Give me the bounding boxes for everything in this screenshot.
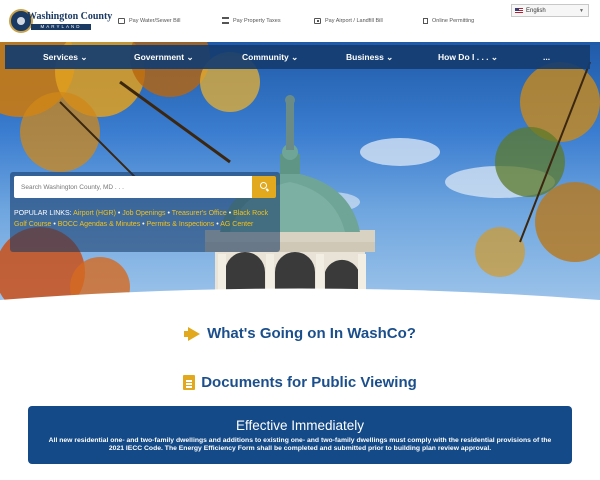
nav-more[interactable]: ... [543, 45, 550, 69]
quick-link-label: Pay Airport / Landfill Bill [325, 18, 383, 24]
bank-icon [222, 17, 229, 24]
nav-label: Services [43, 52, 78, 62]
chevron-down-icon: ▼ [579, 8, 584, 14]
main-nav: Services ⌄ Government ⌄ Community ⌄ Busi… [5, 45, 590, 69]
county-logo[interactable]: Washington County MARYLAND [9, 9, 112, 33]
search-input[interactable] [14, 176, 252, 198]
nav-label: Community [242, 52, 289, 62]
nav-label: How Do I . . . [438, 52, 489, 62]
popular-link-airport[interactable]: Airport (HGR) [73, 210, 116, 217]
nav-label: Business [346, 52, 384, 62]
notice-title: Effective Immediately [235, 418, 365, 433]
logo-county-name: Washington County [27, 11, 113, 22]
popular-links-label: POPULAR LINKS: [14, 210, 72, 217]
top-bar: Washington County MARYLAND Pay Water/Sew… [0, 0, 600, 42]
megaphone-icon [184, 327, 201, 341]
documents-heading[interactable]: Documents for Public Viewing [0, 374, 600, 391]
nav-community[interactable]: Community ⌄ [242, 45, 298, 69]
language-select[interactable]: English ▼ [511, 4, 589, 17]
search-button[interactable] [252, 176, 276, 198]
news-title: What's Going on In WashCo? [207, 325, 416, 342]
search-icon [260, 182, 267, 189]
news-heading[interactable]: What's Going on In WashCo? [0, 325, 600, 342]
notice-body: All new residential one- and two-family … [48, 437, 552, 452]
quick-link-label: Pay Water/Sewer Bill [129, 18, 181, 24]
ticket-icon [314, 18, 321, 24]
popular-link-job-openings[interactable]: Job Openings [122, 210, 165, 217]
quick-link-property-taxes[interactable]: Pay Property Taxes [222, 15, 281, 27]
hero-banner: Services ⌄ Government ⌄ Community ⌄ Busi… [0, 42, 600, 302]
popular-link-ag-center[interactable]: AG Center [220, 221, 253, 228]
bill-icon [118, 18, 125, 24]
popular-link-bocc-agendas[interactable]: BOCC Agendas & Minutes [58, 221, 141, 228]
language-selected: English [526, 7, 546, 14]
us-flag-icon [515, 8, 523, 13]
nav-how-do-i[interactable]: How Do I . . . ⌄ [438, 45, 498, 69]
quick-link-airport-landfill[interactable]: Pay Airport / Landfill Bill [314, 15, 383, 27]
search-panel: POPULAR LINKS: Airport (HGR) • Job Openi… [10, 172, 280, 252]
nav-business[interactable]: Business ⌄ [346, 45, 393, 69]
quick-link-label: Pay Property Taxes [233, 18, 281, 24]
quick-link-label: Online Permitting [432, 18, 475, 24]
popular-link-permits[interactable]: Permits & Inspections [147, 221, 215, 228]
notice-banner: Effective Immediately All new residentia… [28, 406, 572, 464]
popular-link-treasurer[interactable]: Treasurer's Office [172, 210, 227, 217]
document-icon [183, 375, 196, 390]
nav-label: ... [543, 52, 551, 62]
document-icon [423, 18, 428, 24]
nav-services[interactable]: Services ⌄ [43, 45, 87, 69]
popular-links: POPULAR LINKS: Airport (HGR) • Job Openi… [14, 210, 269, 228]
documents-title: Documents for Public Viewing [201, 374, 417, 391]
nav-government[interactable]: Government ⌄ [134, 45, 194, 69]
nav-label: Government [134, 52, 185, 62]
logo-state-name: MARYLAND [31, 24, 91, 30]
quick-link-online-permitting[interactable]: Online Permitting [423, 15, 474, 27]
quick-link-water-sewer[interactable]: Pay Water/Sewer Bill [118, 15, 180, 27]
